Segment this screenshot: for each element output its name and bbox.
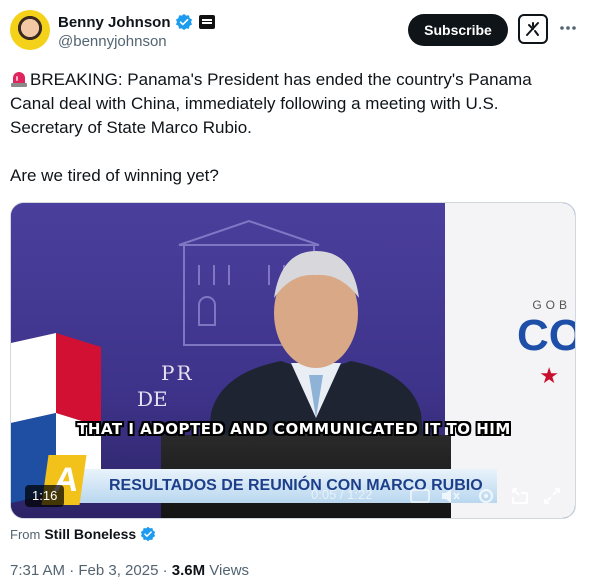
background-sign-text-2: DE [137,387,168,411]
source-account-link[interactable]: Still Boneless [44,526,136,542]
pip-icon[interactable] [509,485,531,507]
mute-icon[interactable] [439,485,461,507]
grok-icon[interactable] [518,14,548,44]
video-player[interactable]: PR DE GOB CO ★ THAT I ADOPTED AND COMMUN… [10,202,576,519]
tweet-line-1: BREAKING: Panama's President has ended t… [10,70,532,137]
avatar[interactable] [10,10,50,50]
star-icon: ★ [539,363,559,388]
verified-badge-icon [175,13,192,31]
tweet-text: BREAKING: Panama's President has ended t… [10,68,570,188]
siren-emoji-icon [10,70,28,87]
timestamp-link[interactable]: 7:31 AM · Feb 3, 2025 · [10,562,172,579]
settings-gear-icon[interactable] [475,485,497,507]
author-handle[interactable]: @bennyjohnson [58,33,215,50]
tweet-header: Benny Johnson @bennyjohnson Subscribe [10,8,582,56]
from-label: From [10,526,41,542]
panel-text-co: CO [517,311,575,360]
author-name[interactable]: Benny Johnson [58,14,171,31]
panel-text-gob: GOB [532,298,571,312]
video-subtitle: THAT I ADOPTED AND COMMUNICATED IT TO HI… [77,420,511,438]
video-source: From Still Boneless [10,526,156,542]
views-label: Views [205,562,250,579]
tweet-paragraph-1: BREAKING: Panama's President has ended t… [10,68,570,140]
news-banner: RESULTADOS DE REUNIÓN CON MARCO RUBIO [77,469,497,503]
fullscreen-icon[interactable] [541,485,563,507]
views-count: 3.6M [171,562,206,579]
captions-icon[interactable] [409,485,431,507]
more-icon[interactable] [556,16,580,40]
video-progress-text: 0:05 / 1:22 [311,487,373,502]
affiliate-badge-icon[interactable] [198,15,215,29]
tweet-meta: 7:31 AM · Feb 3, 2025 · 3.6M Views [10,562,249,579]
verified-badge-icon [141,526,156,542]
subscribe-button[interactable]: Subscribe [408,14,508,46]
tweet-paragraph-2: Are we tired of winning yet? [10,166,219,185]
author-block: Benny Johnson @bennyjohnson [58,12,215,50]
video-duration-badge: 1:16 [25,485,65,507]
